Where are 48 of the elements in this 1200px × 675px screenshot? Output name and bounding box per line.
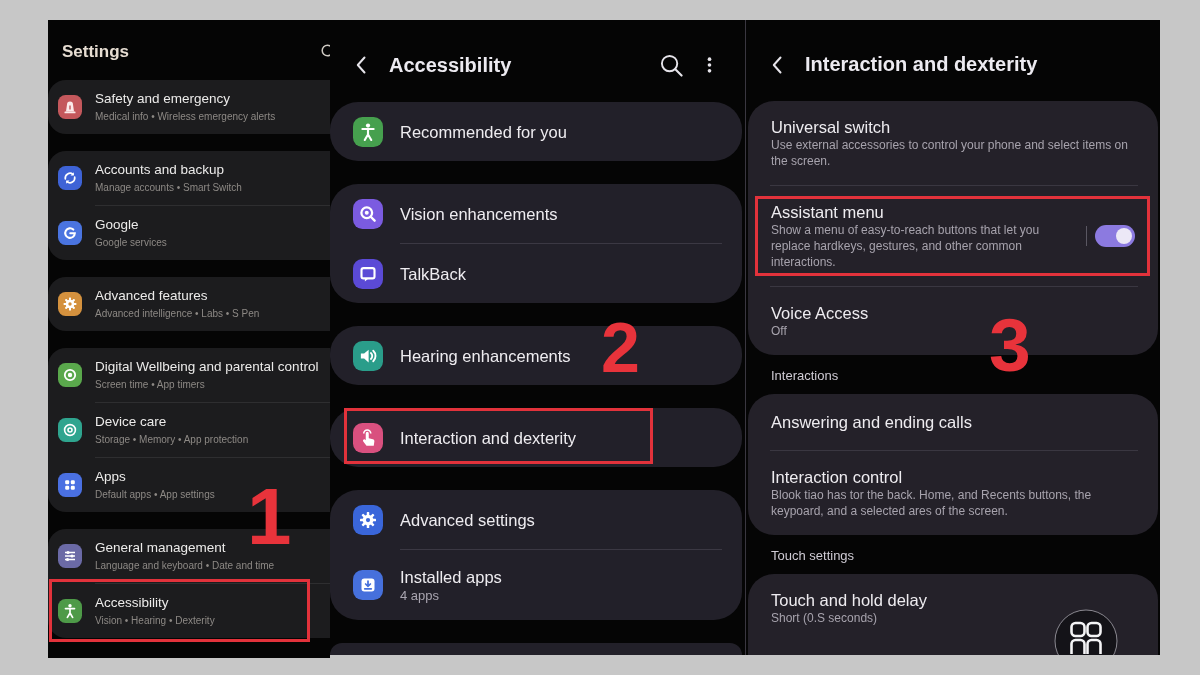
item-title[interactable]: Safety and emergency	[95, 91, 330, 107]
search-icon[interactable]	[320, 43, 330, 57]
item-title[interactable]: Interaction and dexterity	[400, 427, 742, 448]
item-title[interactable]: Advanced settings	[400, 509, 742, 530]
item-subtitle: Use external accessories to control your phone and select items on the screen.	[771, 137, 1129, 169]
step-number: 3	[989, 308, 1031, 383]
item-subtitle: Short (0.S seconds)	[771, 610, 879, 626]
item-subtitle: Storage • Memory • App protection	[95, 433, 250, 446]
item-title[interactable]: Installed apps	[400, 566, 742, 587]
item-title[interactable]: Answering and ending calls	[771, 412, 1135, 432]
item-subtitle: Blook tiao has tor the back. Home, and Recents buttons, the keypoard, and a selected ares of the screen.	[771, 487, 1093, 519]
back-icon[interactable]	[772, 55, 782, 74]
item-subtitle: Google services	[95, 236, 168, 249]
item-title[interactable]: Assistant menu	[771, 202, 1076, 222]
item-subtitle: Screen time • App timers	[95, 378, 206, 391]
item-title[interactable]: Google	[95, 217, 330, 233]
item-title[interactable]: Touch and hold delay	[771, 590, 1135, 610]
screen-title: Settings	[62, 42, 130, 62]
floating-menu-button[interactable]	[1054, 608, 1118, 655]
item-subtitle: Language and keyboard • Date and time	[95, 559, 276, 572]
item-subtitle: 4 apps	[400, 587, 441, 604]
item-title[interactable]: Universal switch	[771, 117, 1135, 137]
item-subtitle: Medical info • Wireless emergency alerts	[95, 110, 277, 123]
item-subtitle: Manage accounts • Smart Switch	[95, 181, 243, 194]
item-subtitle: Advanced intelligence • Labs • S Pen	[95, 307, 261, 320]
item-title[interactable]: Device care	[95, 414, 330, 430]
item-title[interactable]: Recommended for you	[400, 121, 742, 142]
screen-title: Accessibility	[389, 53, 512, 77]
section-label: Touch settings	[771, 548, 856, 564]
back-icon[interactable]	[356, 56, 366, 74]
item-title[interactable]: Digital Wellbeing and parental control	[95, 359, 330, 375]
item-title[interactable]: Accounts and backup	[95, 162, 330, 178]
search-icon[interactable]	[660, 53, 683, 77]
toggle-switch[interactable]	[1095, 225, 1135, 247]
item-title[interactable]: Advanced features	[95, 288, 330, 304]
grid-icon	[1070, 621, 1102, 655]
screen-title: Interaction and dexterity	[805, 53, 1038, 76]
item-subtitle: Vision • Hearing • Dexterity	[95, 614, 216, 627]
item-subtitle: Default apps • App settings	[95, 488, 216, 501]
step-number: 2	[601, 313, 640, 383]
item-title[interactable]: TalkBack	[400, 263, 742, 284]
item-title[interactable]: Vision enhancements	[400, 203, 742, 224]
more-options-icon[interactable]	[707, 56, 712, 74]
item-title[interactable]: Interaction control	[771, 467, 1135, 487]
item-subtitle: Show a menu of easy-to-reach buttons that let you replace hardkeys, gestures, and other common interactions.	[771, 222, 1041, 270]
section-label: Interactions	[771, 368, 840, 384]
item-subtitle: Off	[771, 323, 788, 339]
item-title[interactable]: Accessibility	[95, 595, 330, 611]
